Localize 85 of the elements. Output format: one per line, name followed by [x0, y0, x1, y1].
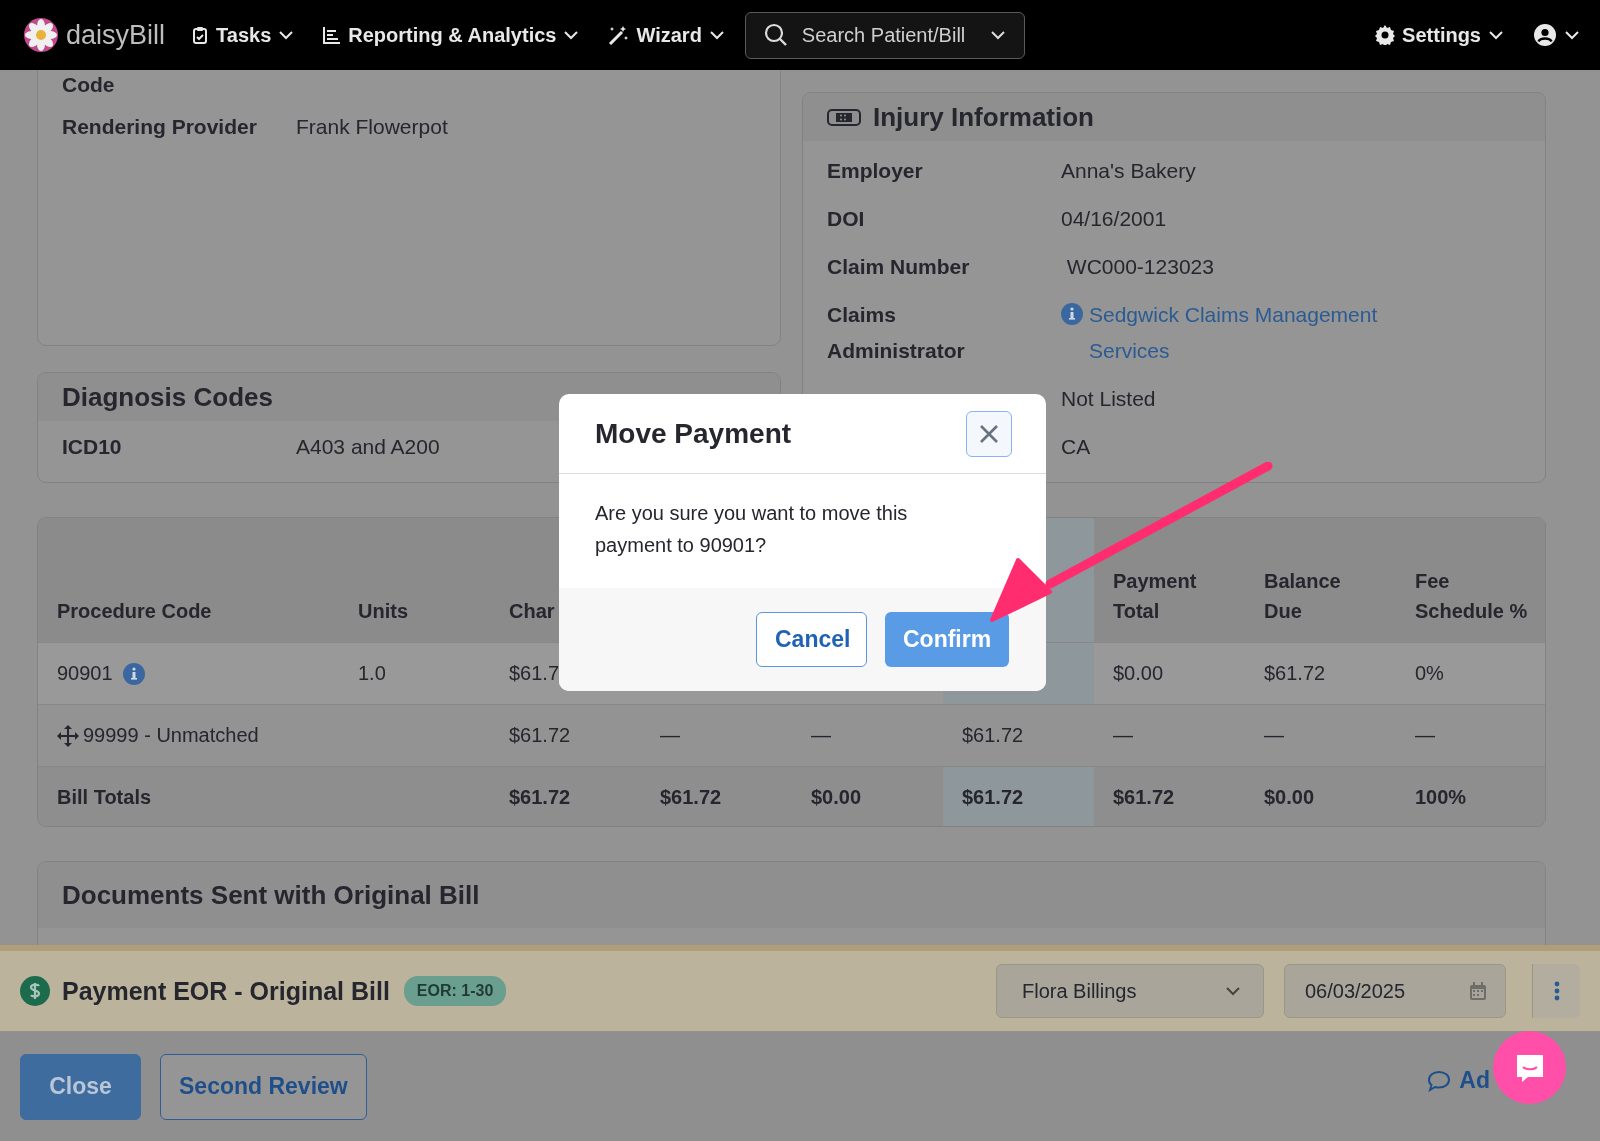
total-cell-text: $61.72 [1112, 785, 1176, 810]
table-cell-text: $61.72 [1263, 661, 1327, 686]
field-value: Frank Flowerpot [296, 115, 448, 138]
footer-button[interactable]: Close [20, 1053, 141, 1120]
close-icon [979, 423, 999, 444]
chevron-down-icon [1225, 984, 1241, 998]
payer-select[interactable]: Flora Billings [996, 964, 1264, 1018]
table-cell-text: $61.7 [508, 661, 561, 686]
total-cell: $61.72 [943, 767, 1094, 826]
dollar-icon [20, 976, 50, 1006]
field-value: CA [1061, 435, 1091, 458]
field-value: A403 and A200 [296, 435, 440, 458]
field-value: WC000-123023 [1065, 255, 1214, 278]
total-cell-text: $0.00 [810, 785, 863, 810]
close-button[interactable] [966, 410, 1012, 457]
date-field[interactable]: 06/03/2025 [1284, 964, 1506, 1018]
table-cell-text: — [1414, 723, 1436, 748]
nav-menu[interactable]: Wizard [607, 23, 725, 47]
card-title: Injury Information [873, 101, 1094, 133]
column-header: Payment Total [1113, 569, 1198, 624]
card-title: Documents Sent with Original Bill [62, 879, 480, 911]
app-logo[interactable]: daisyBill [66, 19, 166, 51]
chevron-down-icon [708, 28, 725, 42]
table-cell-text: $61.72 [508, 723, 572, 748]
card-title: Diagnosis Codes [62, 381, 273, 413]
column-header: Char [509, 599, 555, 624]
column-header: Balance Due [1264, 569, 1342, 624]
chevron-down-icon [278, 28, 295, 42]
table-cell-text: 0% [1414, 661, 1445, 686]
field-value: Not Listed [1061, 387, 1156, 410]
table-cell-text: $0.00 [1112, 661, 1165, 686]
total-cell-text: $0.00 [1263, 785, 1316, 810]
user-menu[interactable] [1534, 24, 1580, 46]
field-value: Anna's Bakery [1061, 159, 1196, 182]
table-cell-text: 1.0 [357, 661, 387, 686]
settings-icon [1375, 25, 1396, 45]
comment-icon [1427, 1069, 1452, 1092]
field-label: Claims Administrator [827, 302, 966, 364]
dialog-button[interactable]: Cancel [756, 612, 867, 667]
search-icon [763, 23, 788, 47]
column-header: Procedure Code [57, 599, 212, 624]
total-cell-text: 100% [1414, 785, 1468, 810]
field-label: Rendering Provider [62, 114, 258, 140]
table-cell-text: — [659, 723, 681, 748]
dialog-message: Are you sure you want to move this payment to 90901? [595, 502, 908, 556]
daisy-logo-icon [24, 18, 58, 52]
chevron-down-icon [1564, 28, 1580, 42]
bandage-icon [827, 108, 861, 126]
total-cell-text: $61.72 [659, 785, 723, 810]
field-label: DOI [827, 206, 866, 232]
eor-badge: EOR: 1-30 [403, 976, 507, 1006]
table-cell-text: $61.72 [961, 723, 1025, 748]
settings-menu[interactable]: Settings [1375, 23, 1504, 47]
info-icon[interactable] [1061, 303, 1083, 325]
column-header: Units [358, 599, 408, 624]
table-cell: Bill Totals [57, 786, 152, 809]
chevron-down-icon [989, 28, 1006, 42]
user-avatar-icon [1534, 24, 1556, 46]
bar-chart-icon [322, 26, 342, 44]
search-input[interactable]: Search Patient/Bill [799, 22, 978, 48]
field-label: Employer [827, 158, 924, 184]
field-label: ICD10 [62, 434, 123, 460]
column-header: Fee Schedule % [1415, 569, 1529, 624]
table-cell-text: — [1112, 723, 1134, 748]
calendar-icon [1469, 982, 1487, 1000]
table-cell: 99999 - Unmatched [83, 724, 259, 747]
field-label: Code [62, 72, 116, 98]
nav-menu[interactable]: Reporting & Analytics [322, 23, 580, 47]
table-cell: 90901 [57, 662, 113, 685]
table-cell-text: — [810, 723, 832, 748]
total-cell-text: $61.72 [508, 785, 572, 810]
field-label: Claim Number [827, 254, 971, 280]
chevron-down-icon [563, 28, 580, 42]
dialog-title: Move Payment [595, 417, 792, 450]
info-icon[interactable] [122, 662, 145, 685]
chevron-down-icon [1488, 28, 1504, 42]
nav-menu[interactable]: Tasks [191, 23, 295, 47]
move-icon[interactable] [57, 724, 79, 747]
search-bar[interactable]: Search Patient/Bill [744, 11, 1025, 59]
payment-title: Payment EOR - Original Bill [62, 976, 390, 1006]
table-cell-text: — [1263, 723, 1285, 748]
clipboard-icon [191, 26, 210, 44]
field-value: 04/16/2001 [1061, 207, 1167, 230]
kebab-icon [1553, 981, 1560, 1001]
magic-wand-icon [607, 25, 630, 45]
